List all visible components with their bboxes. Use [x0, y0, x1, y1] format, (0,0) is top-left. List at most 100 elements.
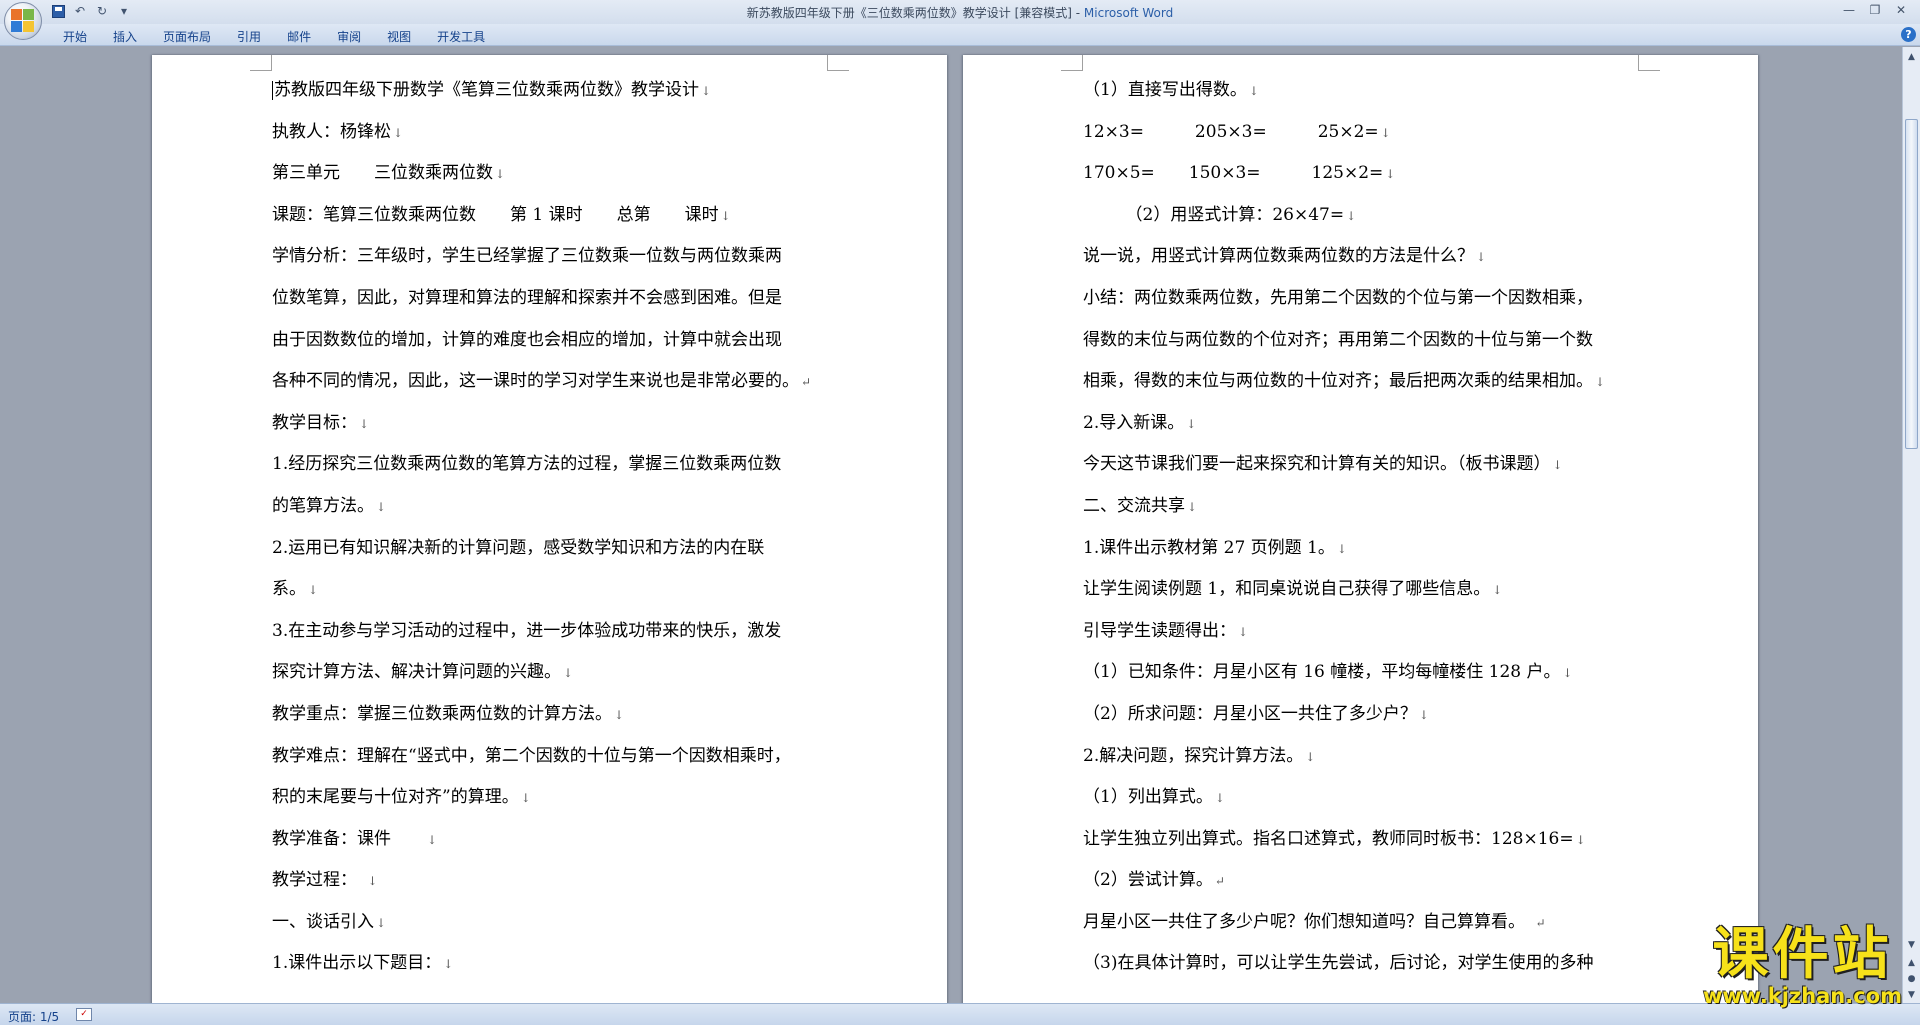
document-title: 新苏教版四年级下册《三位数乘两位数》教学设计 [兼容模式] -: [746, 6, 1084, 20]
line-text: （3)在具体计算时，可以让学生先尝试，后讨论，对学生使用的多种: [1083, 953, 1594, 974]
paragraph-mark-icon: ↓: [1385, 167, 1396, 182]
document-line: 教学过程： ↓: [272, 860, 852, 902]
line-text: 相乘，得数的末位与两位数的十位对齐；最后把两次乘的结果相加。: [1083, 371, 1593, 392]
line-text: 执教人：杨锋松: [272, 121, 391, 142]
document-line: 系。 ↓: [272, 569, 852, 611]
next-page-button[interactable]: ▼: [1904, 987, 1919, 1002]
maximize-button[interactable]: ❐: [1862, 1, 1888, 19]
vertical-scrollbar[interactable]: ▲ ▼ ▲ ● ▼: [1902, 47, 1920, 1003]
paragraph-mark-icon: ↓: [1305, 749, 1316, 764]
ribbon-tab[interactable]: 审阅: [324, 28, 374, 45]
office-button[interactable]: [4, 2, 42, 40]
document-line: （3)在具体计算时，可以让学生先尝试，后讨论，对学生使用的多种: [1083, 943, 1663, 985]
ribbon-tab[interactable]: 开始: [50, 28, 100, 45]
ribbon-tab[interactable]: 开发工具: [424, 28, 498, 45]
document-line: 一、谈话引入 ↓: [272, 902, 852, 944]
crop-mark: [827, 55, 849, 71]
paragraph-mark-icon: ↵: [1535, 915, 1546, 930]
document-area: 苏教版四年级下册数学《笔算三位数乘两位数》教学设计 ↓ 执教人：杨锋松 ↓ 第三单元 三…: [0, 47, 1902, 1003]
select-browse-object-button[interactable]: ●: [1904, 971, 1919, 986]
scroll-up-button[interactable]: ▲: [1904, 49, 1919, 64]
document-line: 3.在主动参与学习活动的过程中，进一步体验成功带来的快乐，激发: [272, 611, 852, 653]
line-text: 第三单元 三位数乘两位数: [272, 163, 493, 184]
paragraph-mark-icon: ↓: [367, 874, 378, 889]
window-controls: — ❐ ✕: [1836, 1, 1914, 19]
line-text: 3.在主动参与学习活动的过程中，进一步体验成功带来的快乐，激发: [272, 620, 782, 641]
paragraph-mark-icon: ↓: [376, 499, 387, 514]
paragraph-mark-icon: ↓: [720, 208, 731, 223]
ribbon-tab[interactable]: 引用: [224, 28, 274, 45]
document-line: 探究计算方法、解决计算问题的兴趣。 ↓: [272, 652, 852, 694]
document-line: 小结：两位数乘两位数，先用第二个因数的个位与第一个因数相乘，: [1083, 278, 1663, 320]
line-text: 2.导入新课。: [1083, 412, 1185, 433]
line-text: （1）已知条件：月星小区有 16 幢楼，平均每幢楼住 128 户。: [1083, 662, 1561, 683]
document-page-1: 苏教版四年级下册数学《笔算三位数乘两位数》教学设计 ↓ 执教人：杨锋松 ↓ 第三单元 三…: [152, 55, 947, 1003]
page-text[interactable]: （1）直接写出得数。 ↓ 12×3= 205×3= 25×2= ↓ 170×5= 150…: [1083, 70, 1663, 985]
ribbon-tab[interactable]: 邮件: [274, 28, 324, 45]
ribbon-tab[interactable]: 插入: [100, 28, 150, 45]
document-line: （1）直接写出得数。 ↓: [1083, 70, 1663, 112]
document-line: 月星小区一共住了多少户呢？你们想知道吗？自己算算看。 ↵: [1083, 902, 1663, 944]
line-text: 探究计算方法、解决计算问题的兴趣。: [272, 662, 561, 683]
paragraph-mark-icon: ↓: [1552, 458, 1563, 473]
line-text: 引导学生读题得出：: [1083, 620, 1236, 641]
paragraph-mark-icon: ↓: [701, 84, 712, 98]
paragraph-mark-icon: ↓: [1214, 791, 1225, 806]
paragraph-mark-icon: ↵: [801, 375, 812, 390]
help-icon[interactable]: ?: [1901, 27, 1916, 42]
document-line: 二、交流共享 ↓: [1083, 486, 1663, 528]
line-text: （2）用竖式计算：26×47=: [1083, 204, 1345, 225]
paragraph-mark-icon: ↓: [1562, 666, 1573, 681]
document-line: 课题：笔算三位数乘两位数 第 1 课时 总第 课时 ↓: [272, 195, 852, 237]
ribbon-tab[interactable]: 视图: [374, 28, 424, 45]
paragraph-mark-icon: ↓: [1248, 84, 1259, 98]
ribbon-tab[interactable]: 页面布局: [150, 28, 224, 45]
ribbon-tabs: 开始 插入 页面布局 引用 邮件 审阅 视图 开发工具: [50, 28, 498, 45]
line-text: （1）列出算式。: [1083, 787, 1213, 808]
qat-dropdown-button[interactable]: ▾: [116, 3, 132, 19]
line-text: 位数笔算，因此，对算理和算法的理解和探索并不会感到困难。但是: [272, 287, 782, 308]
line-text: 让学生阅读例题 1，和同桌说说自己获得了哪些信息。: [1083, 579, 1491, 600]
save-button[interactable]: [50, 3, 66, 19]
document-line: 教学重点：掌握三位数乘两位数的计算方法。 ↓: [272, 694, 852, 736]
document-line: 得数的末位与两位数的个位对齐；再用第二个因数的十位与第一个数: [1083, 320, 1663, 362]
document-line: 1.课件出示教材第 27 页例题 1。 ↓: [1083, 528, 1663, 570]
save-icon: [51, 4, 65, 18]
document-line: 积的末尾要与十位对齐”的算理。 ↓: [272, 777, 852, 819]
paragraph-mark-icon: ↓: [1238, 624, 1249, 639]
document-line: 由于因数数位的增加，计算的难度也会相应的增加，计算中就会出现: [272, 320, 852, 362]
page-count-indicator[interactable]: 页面: 1/5: [8, 1008, 59, 1025]
document-line: 学情分析：三年级时，学生已经掌握了三位数乘一位数与两位数乘两: [272, 236, 852, 278]
document-line: 170×5= 150×3= 125×2= ↓: [1083, 153, 1663, 195]
paragraph-mark-icon: ↓: [376, 915, 387, 930]
line-text: （1）直接写出得数。: [1083, 80, 1247, 100]
line-text: 一、谈话引入: [272, 911, 374, 932]
line-text: 由于因数数位的增加，计算的难度也会相应的增加，计算中就会出现: [272, 329, 782, 350]
previous-page-button[interactable]: ▲: [1904, 955, 1919, 970]
line-text: 今天这节课我们要一起来探究和计算有关的知识。（板书课题）: [1083, 454, 1551, 475]
line-text: 让学生独立列出算式。指名口述算式，教师同时板书：128×16=: [1083, 828, 1574, 849]
page-text[interactable]: 苏教版四年级下册数学《笔算三位数乘两位数》教学设计 ↓ 执教人：杨锋松 ↓ 第三单元 三…: [272, 70, 852, 985]
scroll-thumb[interactable]: [1905, 119, 1918, 449]
paragraph-mark-icon: ↓: [563, 666, 574, 681]
crop-mark: [1061, 55, 1083, 71]
document-line: 教学难点：理解在“竖式中，第二个因数的十位与第一个因数相乘时，: [272, 736, 852, 778]
paragraph-mark-icon: ↓: [1418, 707, 1429, 722]
close-button[interactable]: ✕: [1888, 1, 1914, 19]
document-line: 2.运用已有知识解决新的计算问题，感受数学知识和方法的内在联: [272, 528, 852, 570]
spellcheck-icon[interactable]: ✓: [76, 1008, 92, 1021]
line-text: 月星小区一共住了多少户呢？你们想知道吗？自己算算看。: [1083, 911, 1534, 932]
paragraph-mark-icon: ↓: [443, 957, 454, 972]
undo-button[interactable]: ↶: [72, 3, 88, 19]
document-line: 执教人：杨锋松 ↓: [272, 112, 852, 154]
document-line: 相乘，得数的末位与两位数的十位对齐；最后把两次乘的结果相加。 ↓: [1083, 361, 1663, 403]
scroll-down-button[interactable]: ▼: [1904, 937, 1919, 952]
document-line: 2.解决问题，探究计算方法。 ↓: [1083, 736, 1663, 778]
app-name: Microsoft Word: [1083, 6, 1174, 20]
watermark-url: www.kjzhan.com: [1702, 984, 1902, 1008]
line-text: 2.运用已有知识解决新的计算问题，感受数学知识和方法的内在联: [272, 537, 765, 558]
quick-access-toolbar: ↶ ↻ ▾: [50, 3, 132, 19]
redo-button[interactable]: ↻: [94, 3, 110, 19]
crop-mark: [1638, 55, 1660, 71]
minimize-button[interactable]: —: [1836, 1, 1862, 19]
